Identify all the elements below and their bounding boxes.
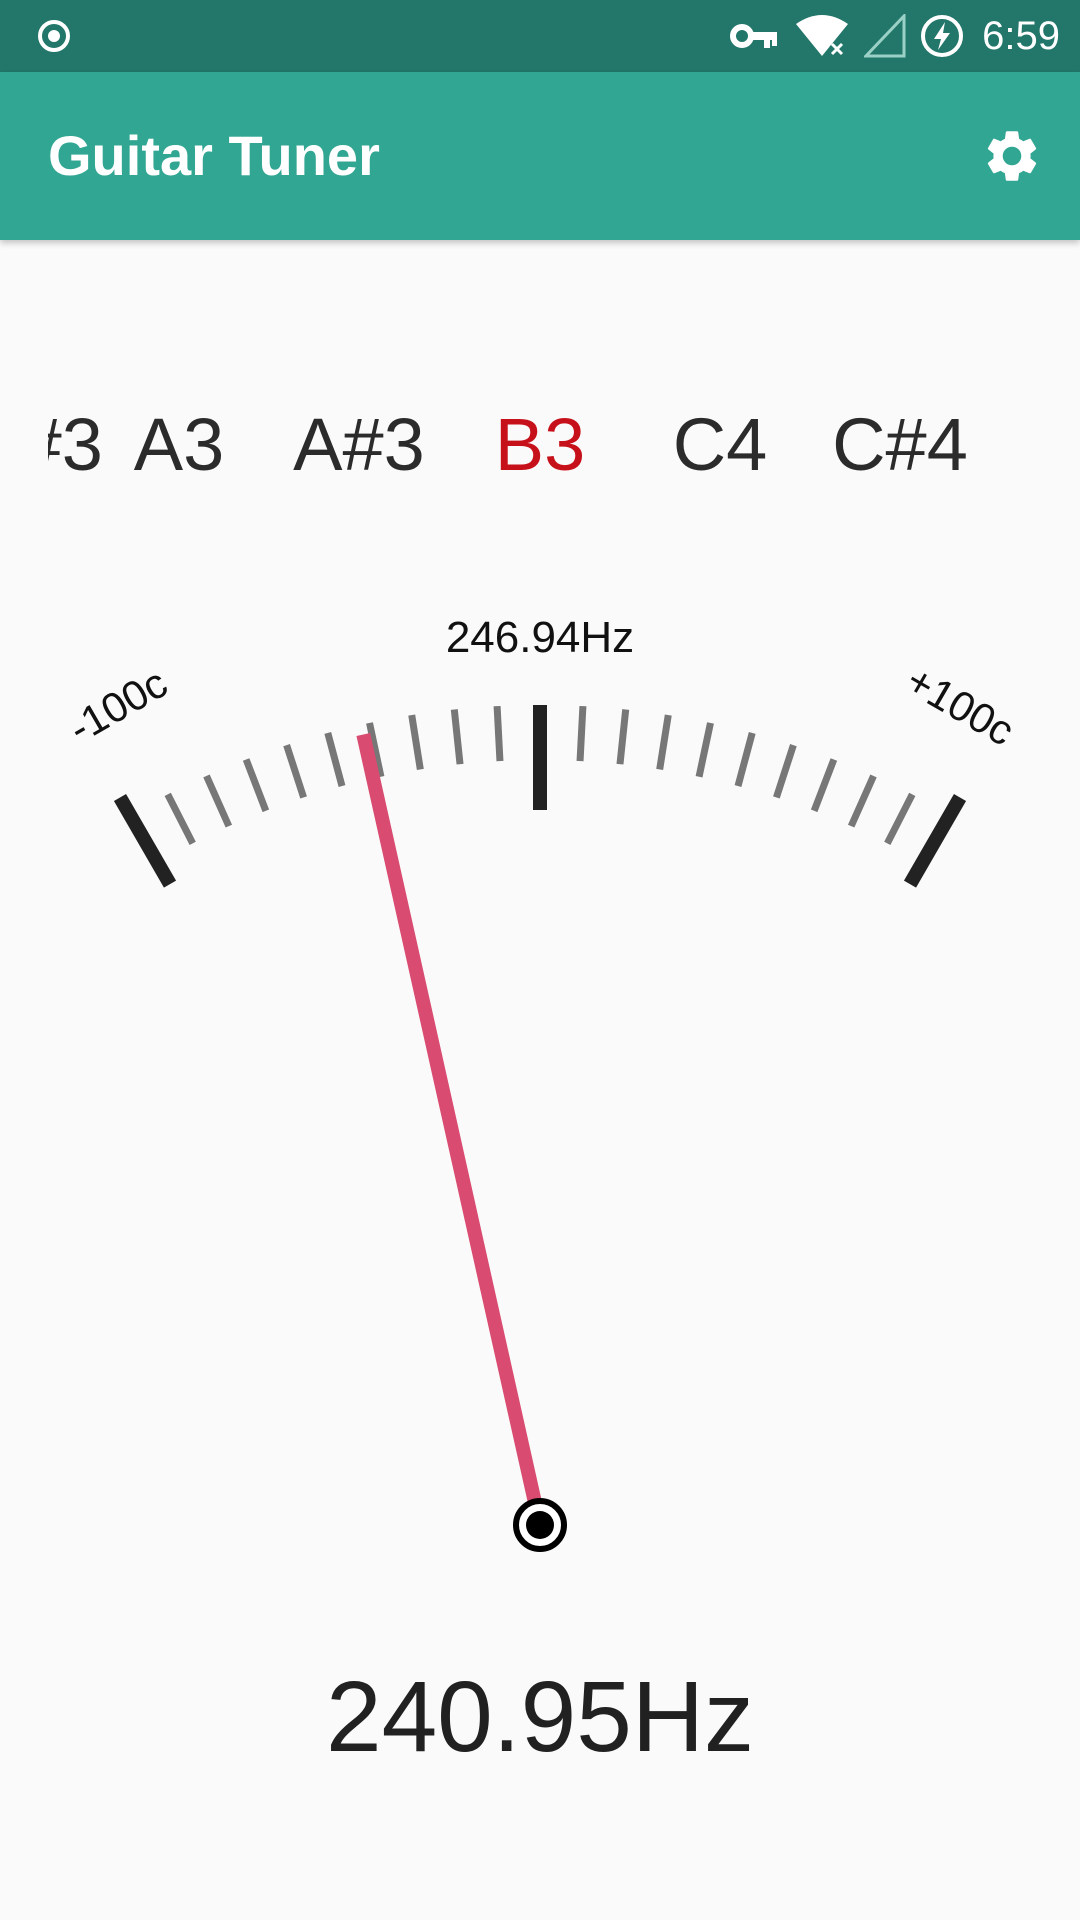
minor-tick [884, 792, 916, 845]
settings-button[interactable] [978, 122, 1046, 190]
end-tick [903, 794, 967, 888]
note-item[interactable]: A#3 [274, 390, 444, 500]
minus-100-cents-label: -100c [61, 659, 175, 752]
tuning-needle [356, 732, 547, 1527]
minor-tick [408, 714, 424, 770]
minor-tick [242, 758, 270, 813]
needle-pivot-dot [526, 1511, 554, 1539]
wifi-off-icon [796, 15, 849, 57]
strip-fade-left [0, 390, 48, 500]
detected-frequency: 240.95Hz [325, 1661, 755, 1773]
note-item[interactable]: C#4 [815, 390, 985, 500]
note-item-selected[interactable]: B3 [455, 390, 625, 500]
vpn-key-icon [730, 24, 778, 48]
minor-tick [324, 732, 346, 787]
signal-icon [864, 14, 906, 58]
end-tick [113, 794, 177, 888]
meter-ticks [113, 705, 967, 888]
tuning-meter: 246.94Hz -100c +100c [0, 600, 1080, 1600]
minor-tick [164, 792, 196, 845]
app-title: Guitar Tuner [48, 124, 380, 187]
minor-tick [203, 774, 233, 828]
minor-tick [283, 744, 307, 799]
minor-tick [493, 705, 504, 762]
target-frequency: 246.94Hz [446, 613, 634, 662]
app-bar: Guitar Tuner [0, 72, 1080, 240]
note-selector[interactable]: G#3 A3 A#3 B3 C4 C#4 [0, 390, 1080, 500]
clock: 6:59 [982, 13, 1060, 58]
plus-100-cents-label: +100c [898, 656, 1022, 755]
record-icon [38, 20, 70, 52]
minor-tick [450, 709, 464, 765]
note-item[interactable]: C4 [635, 390, 805, 500]
minor-tick [695, 722, 714, 778]
minor-tick [576, 705, 587, 762]
minor-tick [847, 774, 877, 828]
minor-tick [773, 744, 797, 799]
gear-icon [987, 131, 1037, 181]
minor-tick [616, 709, 630, 765]
minor-tick [734, 732, 756, 787]
meter-dial: 246.94Hz -100c +100c [61, 613, 1022, 1552]
status-bar: 6:59 [0, 0, 1080, 72]
minor-tick [656, 714, 672, 770]
note-item[interactable]: A3 [94, 390, 264, 500]
minor-tick [810, 758, 838, 813]
battery-charging-icon [921, 15, 964, 57]
